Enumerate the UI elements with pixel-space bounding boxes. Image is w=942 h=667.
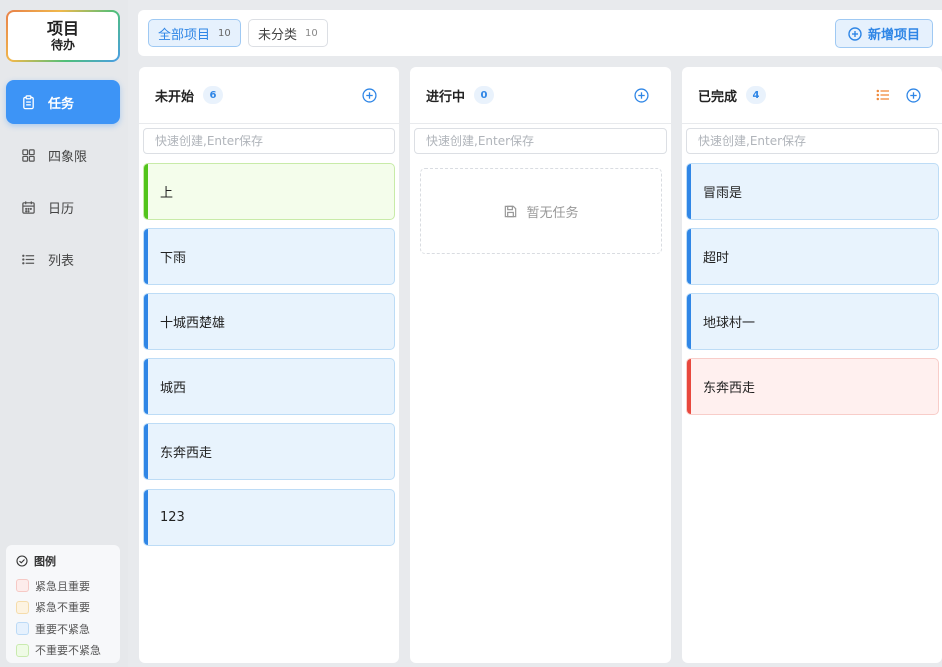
check-circle-icon bbox=[16, 555, 28, 567]
task-card[interactable]: 城西 bbox=[143, 358, 395, 415]
task-card[interactable]: 超时 bbox=[686, 228, 939, 285]
legend-swatch-yellow bbox=[16, 600, 29, 614]
nav-label: 任务 bbox=[48, 96, 75, 112]
column-in-progress: 进行中 0 暂无任务 bbox=[410, 67, 671, 663]
legend-panel: 图例 紧急且重要 紧急不重要 重要不紧急 不重要不紧急 bbox=[6, 545, 120, 663]
task-card[interactable]: 下雨 bbox=[143, 228, 395, 285]
plus-circle-icon bbox=[848, 26, 862, 41]
filter-uncategorized[interactable]: 未分类 10 bbox=[248, 19, 328, 47]
plus-circle-icon bbox=[361, 87, 377, 103]
nav-item-list[interactable]: 列表 bbox=[6, 237, 120, 281]
task-card[interactable]: 东奔西走 bbox=[143, 423, 395, 480]
column-not-started: 未开始 6 上 下雨 十城西楚雄 城西 东奔西走 123 bbox=[139, 67, 399, 663]
task-card[interactable]: 冒雨是 bbox=[686, 163, 939, 220]
empty-label: 暂无任务 bbox=[526, 205, 579, 221]
legend-title: 图例 bbox=[16, 553, 110, 569]
logo-title: 项目 bbox=[46, 19, 79, 38]
app-logo[interactable]: 项目 待办 bbox=[6, 10, 120, 62]
column-count-badge: 6 bbox=[203, 86, 224, 104]
list-icon bbox=[876, 89, 889, 101]
column-header: 已完成 4 bbox=[682, 67, 942, 124]
project-filter-bar: 全部项目 10 未分类 10 新增项目 bbox=[138, 10, 942, 56]
grid-icon bbox=[20, 147, 36, 163]
legend-item: 不重要不紧急 bbox=[16, 640, 110, 662]
task-card[interactable]: 123 bbox=[143, 489, 395, 546]
column-count-badge: 4 bbox=[746, 86, 767, 104]
column-count-badge: 0 bbox=[474, 86, 495, 104]
filter-all-projects[interactable]: 全部项目 10 bbox=[148, 19, 241, 47]
nav-item-tasks[interactable]: 任务 bbox=[6, 80, 120, 124]
logo-subtitle: 待办 bbox=[50, 38, 75, 52]
quick-create-input[interactable] bbox=[686, 128, 939, 154]
task-card[interactable]: 十城西楚雄 bbox=[143, 293, 395, 350]
nav-label: 四象限 bbox=[48, 149, 88, 165]
column-done: 已完成 4 冒雨是 超时 地球村一 东奔西走 bbox=[682, 67, 942, 663]
task-card[interactable]: 东奔西走 bbox=[686, 358, 939, 415]
quick-create-input[interactable] bbox=[143, 128, 395, 154]
sort-list-button[interactable] bbox=[875, 87, 891, 103]
nav-label: 日历 bbox=[48, 201, 75, 217]
column-title: 已完成 bbox=[698, 89, 738, 105]
list-icon bbox=[20, 251, 36, 267]
clipboard-icon bbox=[20, 94, 36, 110]
add-project-button[interactable]: 新增项目 bbox=[835, 19, 933, 48]
column-title: 进行中 bbox=[426, 89, 466, 105]
empty-state: 暂无任务 bbox=[420, 168, 662, 254]
plus-circle-icon bbox=[633, 87, 649, 103]
column-header: 进行中 0 bbox=[410, 67, 671, 124]
legend-item: 紧急不重要 bbox=[16, 597, 110, 619]
column-title: 未开始 bbox=[155, 89, 195, 105]
nav-item-calendar[interactable]: 日历 bbox=[6, 185, 120, 229]
add-task-button[interactable] bbox=[633, 87, 649, 103]
save-icon bbox=[503, 204, 518, 219]
nav-label: 列表 bbox=[48, 253, 75, 269]
quick-create-input[interactable] bbox=[414, 128, 667, 154]
legend-item: 重要不紧急 bbox=[16, 618, 110, 640]
legend-swatch-green bbox=[16, 643, 29, 657]
add-task-button[interactable] bbox=[361, 87, 377, 103]
legend-swatch-red bbox=[16, 579, 29, 593]
nav-item-quadrant[interactable]: 四象限 bbox=[6, 133, 120, 177]
legend-swatch-blue bbox=[16, 622, 29, 636]
column-header: 未开始 6 bbox=[139, 67, 399, 124]
legend-item: 紧急且重要 bbox=[16, 575, 110, 597]
plus-circle-icon bbox=[905, 87, 921, 103]
task-card[interactable]: 上 bbox=[143, 163, 395, 220]
task-card[interactable]: 地球村一 bbox=[686, 293, 939, 350]
sidebar: 项目 待办 任务 四象限 日历 列表 图例 紧急且重要 紧急不重要 重要不紧急 … bbox=[0, 0, 128, 667]
add-task-button[interactable] bbox=[905, 87, 921, 103]
calendar-icon bbox=[20, 199, 36, 215]
